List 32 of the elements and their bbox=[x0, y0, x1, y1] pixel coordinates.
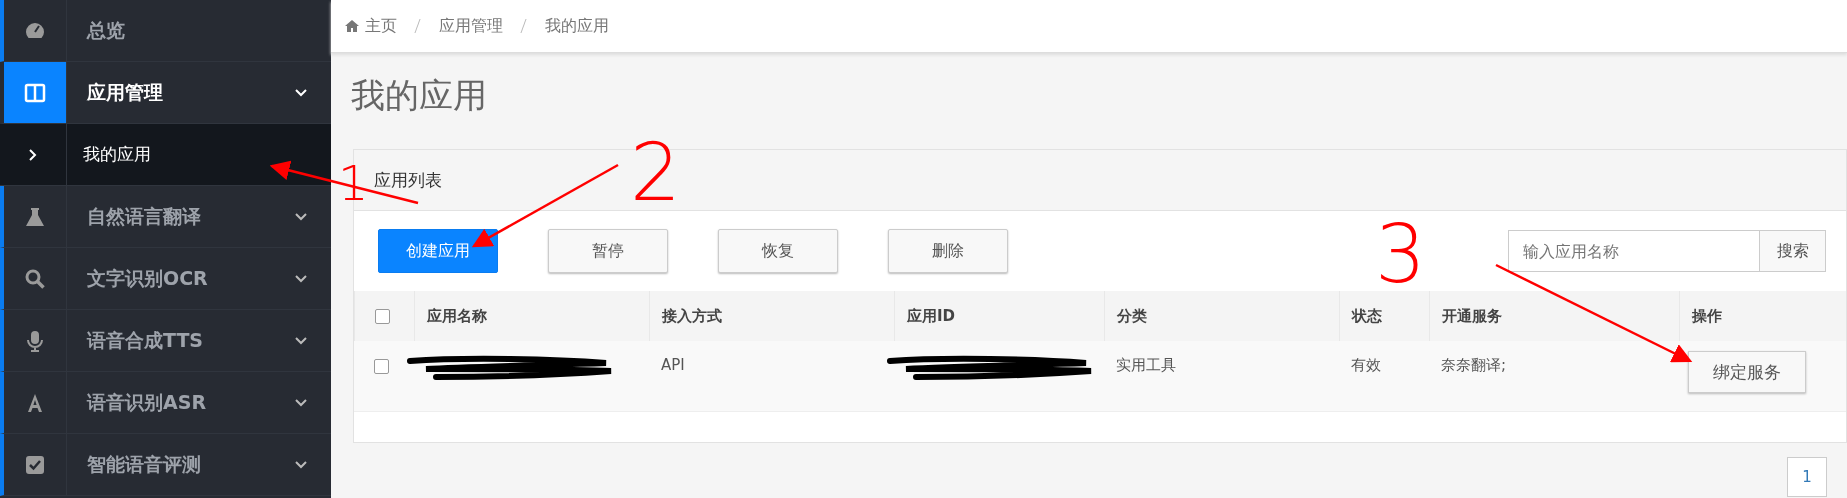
toolbar-button[interactable]: 删除 bbox=[888, 229, 1008, 273]
column-header: 开通服务 bbox=[1442, 306, 1502, 326]
column-header: 状态 bbox=[1352, 306, 1382, 326]
breadcrumb-current: 我的应用 bbox=[545, 15, 609, 37]
page-button[interactable]: 1 bbox=[1787, 457, 1827, 497]
annotation-number: 3 bbox=[1375, 208, 1426, 301]
panel-title: 应用列表 bbox=[374, 168, 442, 192]
sidebar-item[interactable]: 智能语音评测 bbox=[0, 434, 331, 496]
breadcrumb-link[interactable]: 主页 bbox=[365, 15, 397, 37]
toolbar-button[interactable]: 暂停 bbox=[548, 229, 668, 273]
column-header: 应用ID bbox=[907, 306, 956, 326]
bind-service-button[interactable]: 绑定服务 bbox=[1688, 351, 1806, 393]
table-cell: API bbox=[661, 356, 685, 374]
search-button[interactable]: 搜索 bbox=[1760, 230, 1826, 272]
sidebar-item[interactable]: 语音合成TTS bbox=[0, 310, 331, 372]
submenu-item[interactable]: 我的应用 bbox=[0, 124, 331, 186]
table-cell: 奈奈翻译; bbox=[1441, 356, 1507, 374]
search-field[interactable]: 输入应用名称 bbox=[1508, 230, 1760, 272]
annotation-number: 2 bbox=[630, 126, 681, 219]
column-header: 操作 bbox=[1692, 306, 1722, 326]
column-header: 分类 bbox=[1117, 306, 1147, 326]
page-title: 我的应用 bbox=[350, 74, 488, 117]
column-header: 应用名称 bbox=[427, 306, 487, 326]
sidebar-item[interactable]: 文字识别OCR bbox=[0, 248, 331, 310]
sidebar-item[interactable]: 自然语言翻译 bbox=[0, 186, 331, 248]
create-button[interactable]: 创建应用 bbox=[378, 229, 498, 273]
table-cell: 有效 bbox=[1351, 356, 1381, 374]
breadcrumb-link[interactable]: 应用管理 bbox=[439, 15, 503, 37]
table-cell: 实用工具 bbox=[1116, 356, 1176, 374]
sidebar-item[interactable]: 语音识别ASR bbox=[0, 372, 331, 434]
toolbar-button[interactable]: 恢复 bbox=[718, 229, 838, 273]
column-header: 接入方式 bbox=[662, 306, 722, 326]
